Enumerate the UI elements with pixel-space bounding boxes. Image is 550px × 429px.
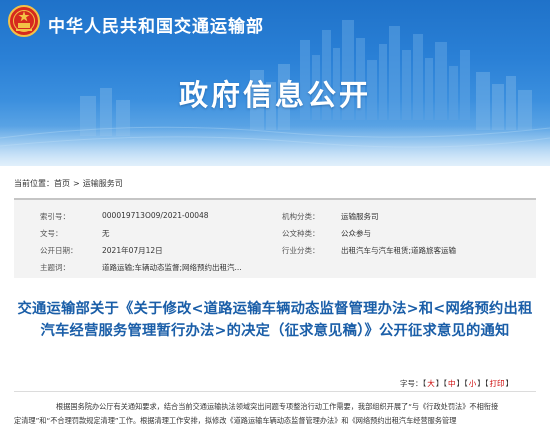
article-title: 交通运输部关于《关于修改<道路运输车辆动态监督管理办法>和<网络预约出租汽车经营… xyxy=(17,301,533,339)
article-body: 根据国务院办公厅有关通知要求，结合当前交通运输执法领域突出问题专项整治行动工作需… xyxy=(14,400,536,428)
audience-value: 公众参与 xyxy=(341,229,371,238)
banner-title: 政府信息公开 xyxy=(178,78,371,112)
org-value: 运输服务司 xyxy=(341,212,379,221)
subject-label: 主题词： xyxy=(40,263,70,272)
header-banner: 中华人民共和国交通运输部 政府信息公开 xyxy=(0,0,550,166)
font-size-label: 字号： xyxy=(400,379,423,388)
font-large-button[interactable]: 大 xyxy=(427,379,435,388)
subject-value: 道路运输;车辆动态监督;网络预约出租汽... xyxy=(102,263,242,272)
industry-label: 行业分类： xyxy=(282,246,320,255)
info-row: 索引号： 000019713O09/2021-00048 机构分类： 运输服务司 xyxy=(14,208,536,224)
date-value: 2021年07月12日 xyxy=(102,246,163,255)
font-small-button[interactable]: 小 xyxy=(469,379,477,388)
breadcrumb-current-link[interactable]: 运输服务司 xyxy=(83,178,123,189)
document-info-table: 索引号： 000019713O09/2021-00048 机构分类： 运输服务司… xyxy=(14,198,536,278)
national-emblem-icon xyxy=(8,5,40,37)
breadcrumb-separator: > xyxy=(73,179,80,188)
breadcrumb-home-link[interactable]: 首页 xyxy=(54,178,70,189)
audience-label: 公文种类： xyxy=(282,229,320,238)
body-paragraph-line: 定清理”和“不合理罚款规定清理”工作。根据清理工作安排，拟修改《道路运输车辆动态… xyxy=(14,416,457,425)
info-row: 文号： 无 公文种类： 公众参与 xyxy=(14,225,536,241)
index-label: 索引号： xyxy=(40,212,70,221)
ministry-name[interactable]: 中华人民共和国交通运输部 xyxy=(48,12,264,37)
breadcrumb-prefix: 当前位置： xyxy=(14,179,54,188)
date-label: 公开日期： xyxy=(40,246,78,255)
font-size-controls: 字号：【大】【中】【小】【打印】 xyxy=(400,379,513,388)
docno-value: 无 xyxy=(102,229,110,238)
body-paragraph-line: 根据国务院办公厅有关通知要求，结合当前交通运输执法领域突出问题专项整治行动工作需… xyxy=(56,402,499,411)
banner-glow xyxy=(0,126,550,166)
docno-label: 文号： xyxy=(40,229,63,238)
info-row: 主题词： 道路运输;车辆动态监督;网络预约出租汽... xyxy=(14,259,536,275)
print-button[interactable]: 打印 xyxy=(490,379,505,388)
font-medium-button[interactable]: 中 xyxy=(448,379,456,388)
index-value: 000019713O09/2021-00048 xyxy=(102,211,209,220)
content-divider xyxy=(14,391,536,392)
breadcrumb: 当前位置：首页 > 运输服务司 xyxy=(14,178,123,189)
industry-value: 出租汽车与汽车租赁;道路旅客运输 xyxy=(341,246,457,255)
org-label: 机构分类： xyxy=(282,212,320,221)
info-row: 公开日期： 2021年07月12日 行业分类： 出租汽车与汽车租赁;道路旅客运输 xyxy=(14,242,536,258)
